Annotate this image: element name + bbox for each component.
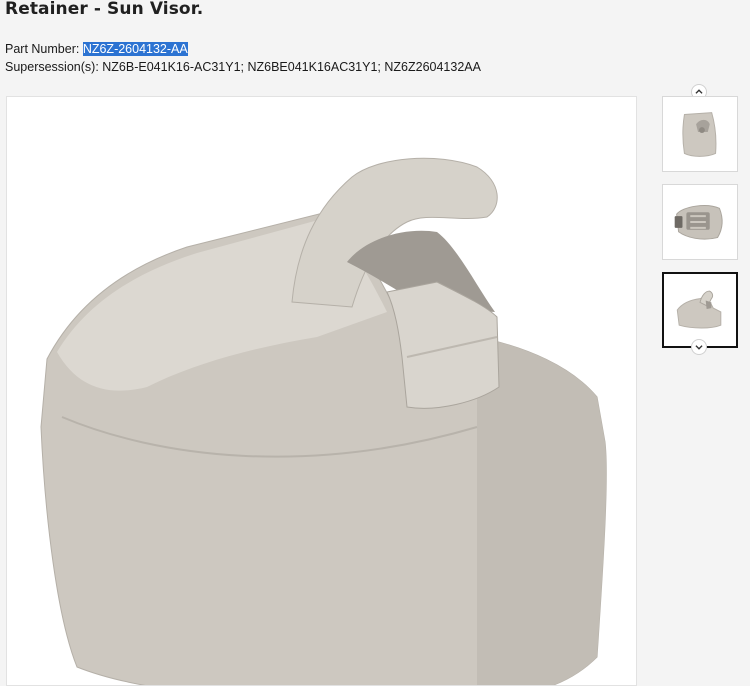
retainer-angled-view	[676, 290, 722, 329]
thumbnail-gallery	[662, 84, 738, 355]
part-number-value[interactable]: NZ6Z-2604132-AA	[82, 42, 188, 56]
product-title: Retainer - Sun Visor.	[5, 0, 204, 19]
gallery-down-button[interactable]	[691, 339, 707, 355]
retainer-front-view	[682, 112, 717, 157]
thumbnail-angled-view[interactable]	[662, 272, 738, 348]
sun-visor-retainer-photo	[40, 157, 607, 685]
chevron-down-icon	[695, 345, 703, 350]
supersession-row: Supersession(s): NZ6B-E041K16-AC31Y1; NZ…	[5, 59, 481, 75]
thumbnail-front-view[interactable]	[662, 96, 738, 172]
main-product-image[interactable]	[6, 96, 637, 686]
part-number-label: Part Number:	[5, 42, 83, 56]
supersession-values: NZ6B-E041K16-AC31Y1; NZ6BE041K16AC31Y1; …	[102, 60, 481, 74]
part-number-row: Part Number: NZ6Z-2604132-AA	[5, 41, 188, 57]
supersession-label: Supersession(s):	[5, 60, 103, 74]
retainer-underside-view	[674, 205, 723, 240]
thumbnail-underside-view[interactable]	[662, 184, 738, 260]
